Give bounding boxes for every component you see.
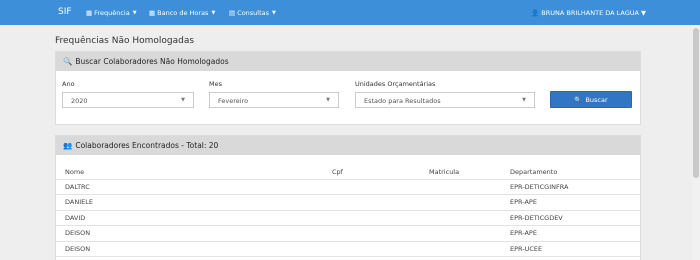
results-panel: 👥 Colaboradores Encontrados - Total: 20 … xyxy=(55,135,641,260)
results-panel-title: Colaboradores Encontrados - Total: 20 xyxy=(75,141,219,150)
column-cpf[interactable]: Cpf xyxy=(332,168,343,176)
search-panel-title: Buscar Colaboradores Não Homologados xyxy=(75,57,229,66)
user-menu[interactable]: 👤 BRUNA BRILHANTE DA LAGUA ▼ xyxy=(531,9,646,17)
calendar-icon: ▦ xyxy=(86,9,93,17)
cell-departamento: EPR-APE xyxy=(510,198,537,206)
search-icon: 🔍 xyxy=(63,57,73,66)
app-brand[interactable]: SIF xyxy=(58,7,72,17)
users-icon: 👥 xyxy=(63,141,73,150)
user-icon: 👤 xyxy=(531,9,540,17)
cell-nome: DEISON xyxy=(65,244,91,253)
cell-nome: DANIELE xyxy=(65,198,93,206)
mes-label: Mes xyxy=(209,80,222,88)
column-matricula[interactable]: Matricula xyxy=(429,168,459,176)
unidades-select[interactable]: Estado para Resultados ▼ xyxy=(355,92,535,108)
menu-banco-de-horas[interactable]: ▦ Banco de Horas ▼ xyxy=(149,9,215,17)
results-panel-header: 👥 Colaboradores Encontrados - Total: 20 xyxy=(56,136,640,155)
ano-value: 2020 xyxy=(71,97,88,105)
table-row[interactable]: DANIELE EPR-APE xyxy=(56,195,640,211)
mes-select[interactable]: Fevereiro ▼ xyxy=(209,92,339,108)
user-name: BRUNA BRILHANTE DA LAGUA xyxy=(541,9,639,17)
table-row[interactable]: DALTRC EPR-DETICGINFRA xyxy=(56,180,640,195)
cell-nome: DAVID xyxy=(65,213,86,222)
cell-departamento: EPR-DETICGINFRA xyxy=(510,182,569,191)
page-scrollbar[interactable] xyxy=(692,25,700,260)
search-panel: 🔍 Buscar Colaboradores Não Homologados A… xyxy=(55,51,641,125)
column-nome[interactable]: Nome xyxy=(65,168,84,176)
column-departamento[interactable]: Departamento xyxy=(510,168,557,176)
page-title: Frequências Não Homologadas xyxy=(55,36,195,46)
table-row[interactable]: DEISON EPR-APE xyxy=(56,226,640,242)
file-icon: ▤ xyxy=(229,9,236,17)
table-header: Nome Cpf Matricula Departamento xyxy=(56,164,640,180)
calendar-icon: ▦ xyxy=(149,9,156,17)
search-panel-header: 🔍 Buscar Colaboradores Não Homologados xyxy=(56,52,640,71)
menu-frequencia[interactable]: ▦ Frequência ▼ xyxy=(86,9,137,17)
unidades-label: Unidades Orçamentárias xyxy=(355,80,436,88)
ano-select[interactable]: 2020 ▼ xyxy=(62,92,194,108)
chevron-down-icon: ▼ xyxy=(132,10,137,16)
table-row[interactable]: DEISON EPR-UCEE xyxy=(56,242,640,257)
chevron-down-icon: ▼ xyxy=(522,97,526,103)
chevron-down-icon: ▼ xyxy=(272,10,276,16)
cell-departamento: EPR-APE xyxy=(510,229,537,237)
top-navbar: SIF ▦ Frequência ▼ ▦ Banco de Horas ▼ ▤ … xyxy=(0,0,700,25)
table-row[interactable]: DAVID EPR-DETICGDEV xyxy=(56,211,640,226)
mes-value: Fevereiro xyxy=(218,97,249,105)
chevron-down-icon: ▼ xyxy=(211,10,216,16)
cell-nome: DEISON xyxy=(65,229,91,237)
chevron-down-icon: ▼ xyxy=(641,9,646,17)
unidades-value: Estado para Resultados xyxy=(364,97,441,105)
menu-banco-label: Banco de Horas xyxy=(157,9,209,17)
menu-frequencia-label: Frequência xyxy=(94,9,130,17)
results-table: Nome Cpf Matricula Departamento DALTRC E… xyxy=(56,164,640,257)
cell-nome: DALTRC xyxy=(65,182,90,191)
chevron-down-icon: ▼ xyxy=(181,97,185,103)
search-icon: 🔍 xyxy=(574,95,583,104)
chevron-down-icon: ▼ xyxy=(326,97,330,103)
buscar-label: Buscar xyxy=(585,95,608,104)
menu-consultas[interactable]: ▤ Consultas ▼ xyxy=(229,9,276,17)
scrollbar-thumb[interactable] xyxy=(693,28,699,178)
cell-departamento: EPR-DETICGDEV xyxy=(510,213,563,222)
ano-label: Ano xyxy=(62,80,75,88)
menu-consultas-label: Consultas xyxy=(237,9,270,17)
cell-departamento: EPR-UCEE xyxy=(510,244,543,253)
buscar-button[interactable]: 🔍 Buscar xyxy=(550,91,632,108)
